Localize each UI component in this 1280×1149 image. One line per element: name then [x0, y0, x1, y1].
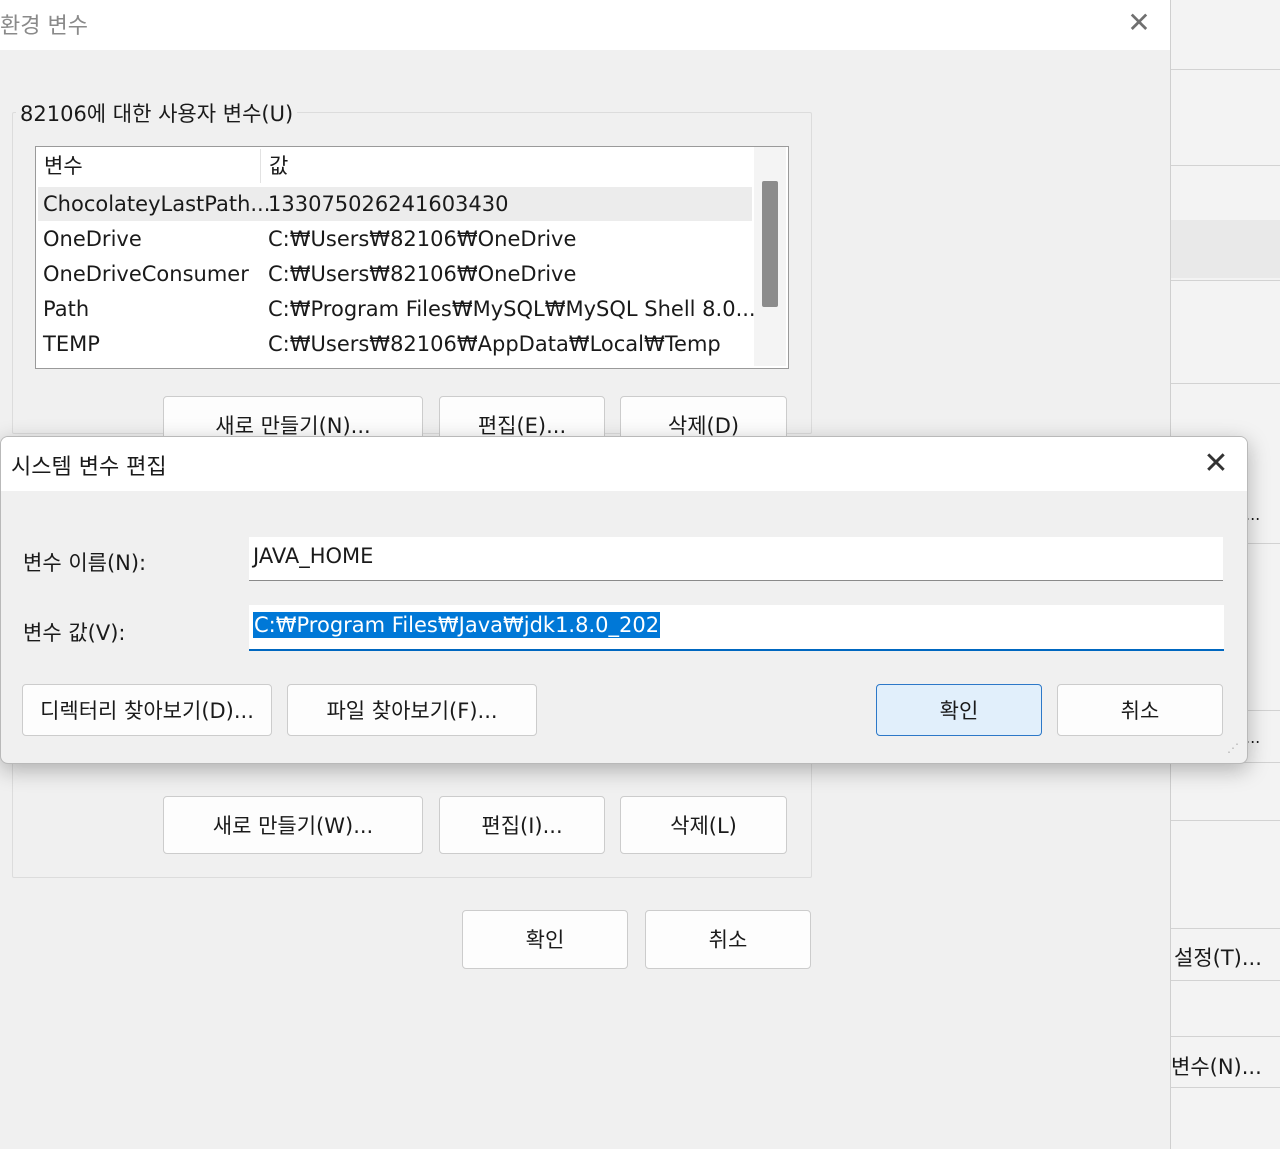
scrollbar[interactable] — [754, 147, 786, 366]
close-icon[interactable]: ✕ — [1197, 445, 1235, 483]
list-item[interactable]: TEMP C:₩Users₩82106₩AppData₩Local₩Temp — [38, 327, 752, 361]
env-titlebar: 환경 변수 ✕ — [0, 0, 1170, 50]
list-item[interactable]: Path C:₩Program Files₩MySQL₩MySQL Shell … — [38, 292, 756, 326]
bg-divider — [1171, 980, 1280, 981]
browse-file-button[interactable]: 파일 찾아보기(F)... — [287, 684, 537, 736]
edit-cancel-button[interactable]: 취소 — [1057, 684, 1223, 736]
var-value: C:₩Users₩82106₩OneDrive — [268, 262, 577, 286]
bg-settings-button[interactable]: 설정(T)... — [1174, 942, 1262, 972]
bg-divider — [1171, 383, 1280, 384]
browse-directory-button[interactable]: 디렉터리 찾아보기(D)... — [22, 684, 272, 736]
bg-divider — [1171, 69, 1280, 70]
var-name: OneDrive — [43, 227, 142, 251]
edit-ok-button[interactable]: 확인 — [876, 684, 1042, 736]
edit-system-variable-dialog: 시스템 변수 편집 ✕ 변수 이름(N): JAVA_HOME 변수 값(V):… — [0, 436, 1248, 764]
list-item[interactable]: OneDriveConsumer C:₩Users₩82106₩OneDrive — [38, 257, 752, 291]
variable-name-label: 변수 이름(N): — [23, 551, 147, 575]
variable-value-text: C:₩Program Files₩Java₩jdk1.8.0_202 — [253, 612, 661, 638]
bg-divider — [1171, 165, 1280, 166]
var-value: C:₩Users₩82106₩AppData₩Local₩Temp — [268, 332, 721, 356]
bg-band — [1171, 220, 1280, 278]
list-item[interactable]: OneDrive C:₩Users₩82106₩OneDrive — [38, 222, 752, 256]
edit-dialog-title: 시스템 변수 편집 — [11, 455, 167, 480]
var-value: C:₩Program Files₩MySQL₩MySQL Shell 8.0..… — [268, 297, 756, 321]
system-delete-button[interactable]: 삭제(L) — [620, 796, 787, 854]
bg-divider — [1171, 820, 1280, 821]
list-header: 변수 값 — [36, 147, 754, 185]
bg-env-vars-button[interactable]: 변수(N)... — [1171, 1051, 1262, 1081]
bg-divider — [1171, 928, 1280, 929]
resize-grip-icon[interactable]: ⋰ — [1227, 741, 1245, 759]
env-cancel-button[interactable]: 취소 — [645, 910, 811, 969]
variable-name-input[interactable]: JAVA_HOME — [249, 537, 1223, 581]
close-icon[interactable]: ✕ — [1120, 4, 1158, 42]
var-name: OneDriveConsumer — [43, 262, 249, 286]
user-vars-list[interactable]: 변수 값 ChocolateyLastPath... 1330750262416… — [35, 146, 789, 369]
user-vars-group-label: 82106에 대한 사용자 변수(U) — [16, 98, 298, 128]
var-name: ChocolateyLastPath... — [43, 192, 271, 216]
var-name: Path — [43, 297, 90, 321]
system-new-button[interactable]: 새로 만들기(W)... — [163, 796, 423, 854]
scrollbar-thumb[interactable] — [762, 181, 778, 307]
var-value: C:₩Users₩82106₩OneDrive — [268, 227, 577, 251]
variable-value-input[interactable]: C:₩Program Files₩Java₩jdk1.8.0_202 — [249, 605, 1224, 651]
var-value: 133075026241603430 — [268, 192, 509, 216]
variable-name-text: JAVA_HOME — [253, 544, 374, 568]
var-name: TEMP — [43, 332, 100, 356]
variable-value-label: 변수 값(V): — [23, 621, 126, 645]
system-edit-button[interactable]: 편집(I)... — [439, 796, 605, 854]
column-header-value[interactable]: 값 — [261, 147, 288, 185]
env-ok-button[interactable]: 확인 — [462, 910, 628, 969]
bg-divider — [1171, 280, 1280, 281]
bg-divider — [1171, 1087, 1280, 1088]
env-dialog-title: 환경 변수 — [0, 14, 88, 39]
column-header-name[interactable]: 변수 — [36, 147, 83, 185]
list-item[interactable]: ChocolateyLastPath... 133075026241603430 — [38, 187, 752, 221]
bg-divider — [1171, 1036, 1280, 1037]
edit-titlebar: 시스템 변수 편집 ✕ — [1, 437, 1247, 491]
